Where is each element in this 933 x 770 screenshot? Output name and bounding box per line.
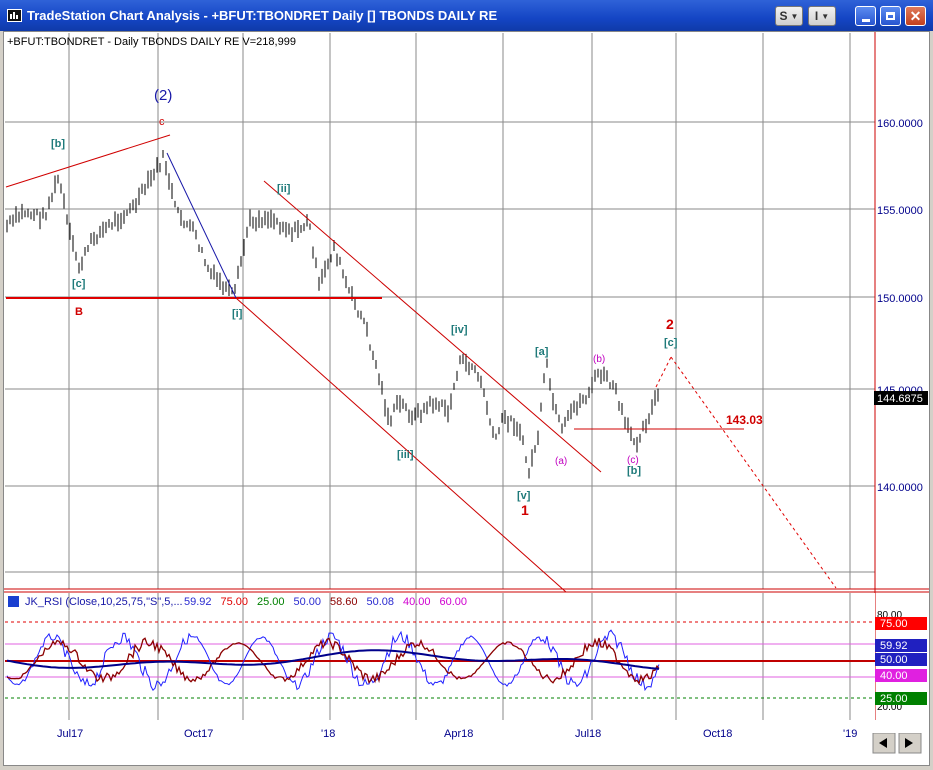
price-tick: 160.0000	[877, 118, 923, 130]
wave-label-b-left: [b]	[51, 138, 65, 150]
rsi-badge-text: 50.00	[880, 654, 908, 666]
chart-window: +BFUT:TBONDRET - Daily TBONDS DAILY RE V…	[3, 31, 930, 766]
rsi-badge-text: 59.92	[880, 640, 908, 652]
price-axis: 160.0000 155.0000 150.0000 145.0000 140.…	[877, 118, 923, 494]
time-axis	[4, 720, 929, 765]
time-axis-label: '18	[321, 728, 335, 740]
wave-label-iv: [iv]	[451, 324, 468, 336]
rsi-badge-text: 25.00	[880, 693, 908, 705]
i-dropdown-button[interactable]: I ▼	[808, 6, 836, 26]
wave-label-c-bracket: [c]	[664, 337, 678, 349]
tradestation-app-icon[interactable]	[7, 9, 22, 22]
s-label: S	[779, 9, 788, 23]
time-axis-label: Apr18	[444, 728, 473, 740]
wave-label-2: 2	[666, 316, 674, 332]
time-axis-label: Jul18	[575, 728, 601, 740]
wave-label-b-paren: (b)	[593, 354, 605, 365]
rsi-legend-value: 50.00	[294, 596, 322, 608]
wave-label-iii: [iii]	[397, 449, 414, 461]
target-price-label: 143.03	[726, 413, 763, 427]
i-label: I	[814, 9, 819, 23]
wave-label-v: [v]	[517, 490, 531, 502]
chart-canvas[interactable]: +BFUT:TBONDRET - Daily TBONDS DAILY RE V…	[4, 32, 929, 765]
close-button[interactable]: ✕	[905, 6, 926, 26]
price-tick: 140.0000	[877, 482, 923, 494]
wave-label-a-paren: (a)	[555, 456, 567, 467]
chevron-down-icon: ▼	[790, 11, 799, 21]
maximize-button[interactable]	[880, 6, 901, 26]
rsi-legend-value: 60.00	[440, 596, 468, 608]
rsi-badge-text: 75.00	[880, 618, 908, 630]
time-axis-label: '19	[843, 728, 857, 740]
maximize-icon	[886, 12, 895, 20]
close-icon: ✕	[909, 8, 922, 24]
title-bar: TradeStation Chart Analysis - +BFUT:TBON…	[0, 0, 933, 31]
price-tick: 155.0000	[877, 205, 923, 217]
s-dropdown-button[interactable]: S ▼	[775, 6, 803, 26]
window-title: TradeStation Chart Analysis - +BFUT:TBON…	[27, 8, 498, 23]
rsi-legend-value: 40.00	[403, 596, 431, 608]
rsi-legend-icon	[8, 596, 19, 607]
chevron-down-icon: ▼	[821, 11, 830, 21]
wave-label-1: 1	[521, 502, 529, 518]
wave-label-b-bracket: [b]	[627, 465, 641, 477]
rsi-badges: 75.00 59.92 50.00 40.00 25.00	[875, 617, 927, 705]
rsi-legend-name: JK_RSI (Close,10,25,75,"S",5,...	[25, 596, 183, 608]
minimize-icon	[861, 18, 870, 22]
rsi-legend-value: 75.00	[221, 596, 249, 608]
wave-label-c-left: [c]	[72, 278, 86, 290]
last-price: 144.6875	[877, 393, 923, 405]
wave-label-B: B	[75, 306, 83, 318]
wave-label-ii: [ii]	[277, 183, 291, 195]
price-tick: 150.0000	[877, 293, 923, 305]
time-axis-label: Oct17	[184, 728, 213, 740]
wave-label-c-top: c	[159, 116, 165, 128]
price-panel[interactable]	[5, 33, 875, 589]
wave-label-2-paren: (2)	[154, 87, 172, 104]
rsi-legend-value: 59.92	[184, 596, 212, 608]
wave-label-i: [i]	[232, 308, 243, 320]
rsi-legend-value: 50.08	[367, 596, 395, 608]
time-axis-label: Oct18	[703, 728, 732, 740]
scroll-buttons	[870, 732, 930, 766]
time-axis-label: Jul17	[57, 728, 83, 740]
rsi-legend-value: 25.00	[257, 596, 285, 608]
rsi-legend-value: 58.60	[330, 596, 358, 608]
chart-header: +BFUT:TBONDRET - Daily TBONDS DAILY RE V…	[7, 36, 296, 48]
minimize-button[interactable]	[855, 6, 876, 26]
wave-label-a-bracket: [a]	[535, 346, 549, 358]
rsi-badge-text: 40.00	[880, 670, 908, 682]
